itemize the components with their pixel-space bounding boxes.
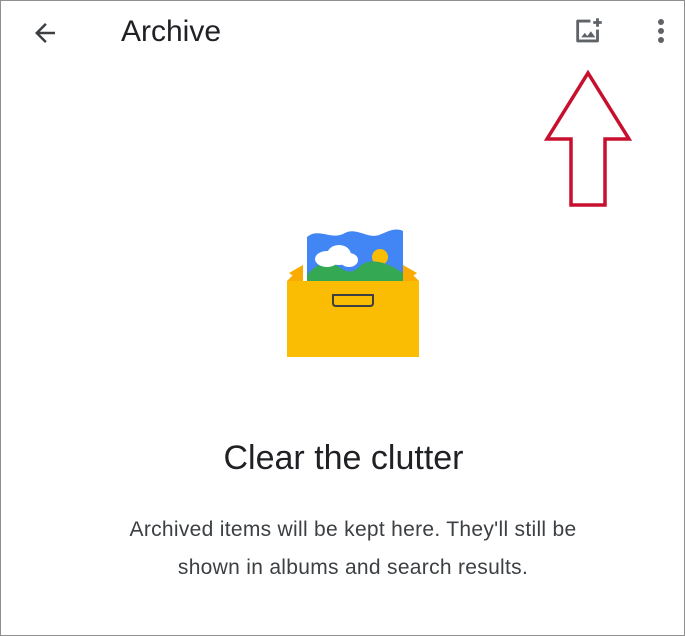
empty-state-description: Archived items will be kept here. They'l… <box>129 518 577 579</box>
add-photo-icon <box>576 18 602 43</box>
more-vert-icon <box>658 19 664 43</box>
page-title: Archive <box>121 15 222 48</box>
back-button[interactable] <box>23 11 67 55</box>
more-options-button[interactable] <box>641 9 681 53</box>
archive-box-illustration <box>287 229 419 357</box>
add-photos-button[interactable] <box>567 9 611 53</box>
arrow-back-icon <box>35 23 55 43</box>
screen-frame: Archive Clear the clutter Archived items… <box>0 0 685 636</box>
app-bar: Archive <box>1 1 685 67</box>
empty-state-heading: Clear the clutter <box>223 439 464 477</box>
up-arrow-annotation <box>543 69 633 207</box>
